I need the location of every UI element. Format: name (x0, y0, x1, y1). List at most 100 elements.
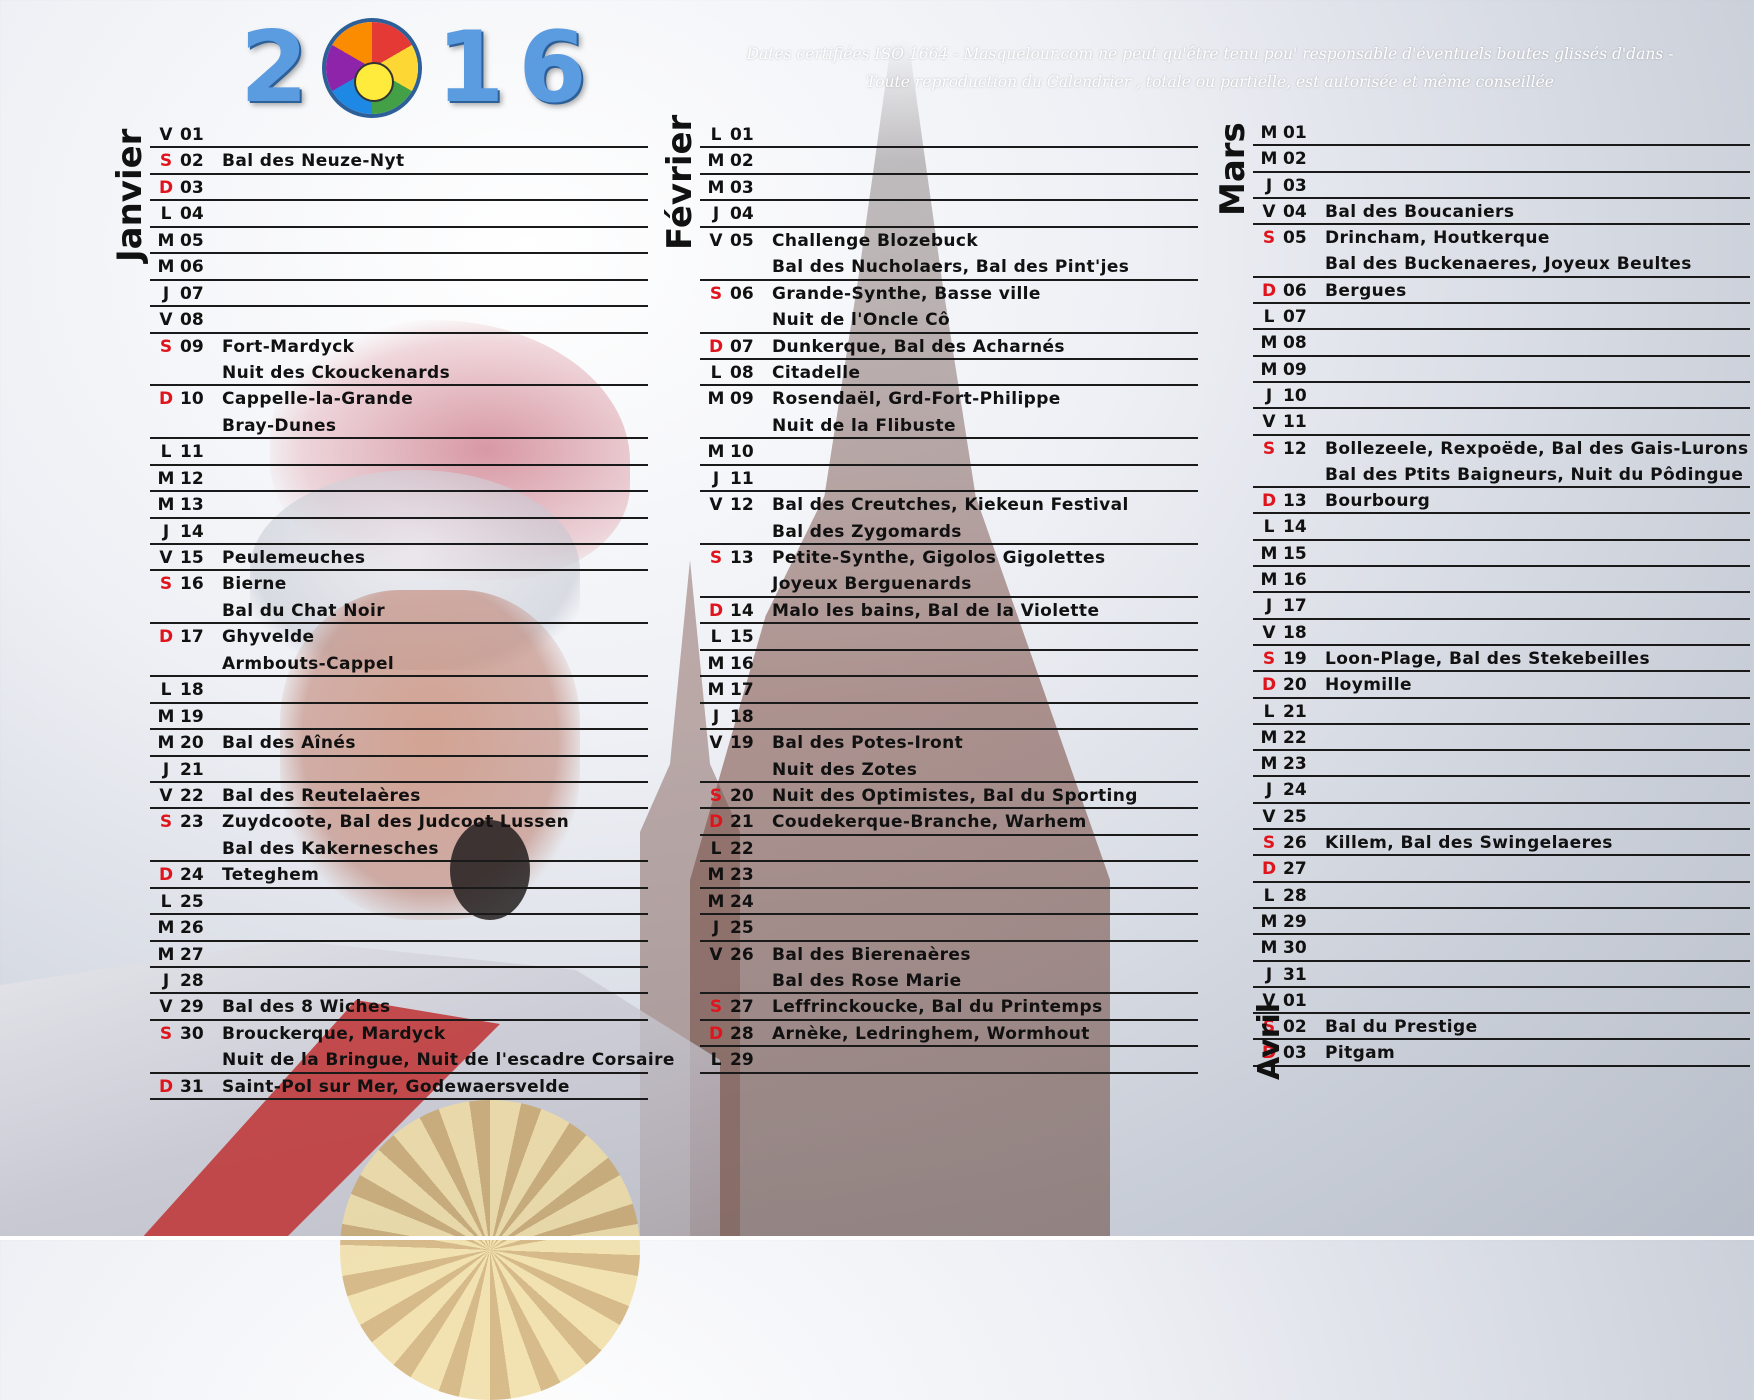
weekday-letter: L (160, 891, 172, 912)
weekday-letter: M (157, 944, 175, 965)
weekday-letter: J (1265, 964, 1273, 985)
event-text: Bal des Boucaniers (1325, 201, 1515, 222)
day-number: 12 (1283, 438, 1307, 459)
day-number: 02 (730, 151, 754, 172)
day-number: 27 (1283, 859, 1307, 880)
weekday-letter: J (1265, 385, 1273, 406)
weekday-letter: V (159, 125, 173, 145)
day-row: V 11 (1253, 409, 1750, 436)
event-text: Drincham, Houtkerque (1325, 228, 1550, 249)
event-text: Saint-Pol sur Mer, Godewaersvelde (222, 1076, 570, 1097)
month-column-fevrier: L 01 M 02 M 03 J 04 V 05 Challenge Blozebuck Bal de… (700, 122, 1198, 1074)
weekday-letter: V (709, 944, 723, 965)
day-row: S 05 Drincham, Houtkerque (1253, 225, 1750, 251)
event-text: Hoymille (1325, 675, 1412, 696)
day-number: 23 (1283, 754, 1307, 775)
event-text: Zuydcoote, Bal des Judcoot Lussen (222, 812, 570, 833)
day-row-continued: Joyeux Berguenards (700, 571, 1198, 598)
weekday-letter: M (157, 495, 175, 516)
day-row-continued: Bal du Chat Noir (150, 598, 648, 625)
disclaimer-notice: Dates certifiées ISO 1664 - Masquelour.c… (680, 40, 1740, 96)
day-row: J 18 (700, 704, 1198, 731)
day-row: V 26 Bal des Bierenaères (700, 942, 1198, 968)
day-number: 24 (730, 891, 754, 912)
day-number: 01 (180, 125, 204, 145)
weekday-letter: L (1263, 517, 1275, 538)
day-number: 18 (1283, 622, 1307, 643)
event-text: Bergues (1325, 280, 1407, 301)
day-row-continued: Nuit des Zotes (700, 757, 1198, 783)
notice-line: Toute reproduction du Calendrier , total… (866, 73, 1554, 91)
weekday-letter: J (162, 521, 170, 542)
day-number: 15 (730, 627, 754, 648)
masquelour-umbrella-logo-icon (326, 22, 419, 114)
day-number: 11 (730, 468, 754, 489)
day-row: M 02 (1253, 146, 1750, 173)
weekday-letter: D (1261, 675, 1277, 696)
weekday-letter: M (707, 177, 725, 198)
weekday-letter: S (159, 574, 173, 595)
day-number: 25 (180, 891, 204, 912)
day-row: L 07 (1253, 304, 1750, 331)
event-text: Bal des Potes-Iront (772, 733, 964, 754)
event-text: Bal des Kakernesches (222, 838, 439, 859)
day-number: 21 (180, 759, 204, 780)
day-number: 17 (730, 680, 754, 701)
day-number: 15 (180, 548, 204, 568)
day-row: S 30 Brouckerque, Mardyck (150, 1021, 648, 1047)
day-number: 07 (730, 336, 754, 357)
weekday-letter: J (162, 971, 170, 991)
day-number: 19 (1283, 648, 1307, 669)
day-number: 29 (730, 1050, 754, 1071)
day-row: S 23 Zuydcoote, Bal des Judcoot Lussen (150, 809, 648, 835)
weekday-letter: V (159, 310, 173, 331)
day-number: 07 (180, 283, 204, 304)
weekday-letter: V (709, 495, 723, 516)
month-label-fevrier: Février (660, 114, 700, 250)
weekday-letter: L (160, 680, 172, 701)
event-text: Fort-Mardyck (222, 336, 355, 357)
weekday-letter: L (710, 627, 722, 648)
event-text: Bal des Rose Marie (772, 971, 962, 991)
weekday-letter: M (1260, 359, 1278, 380)
day-number: 25 (1283, 806, 1307, 827)
weekday-letter: J (1265, 780, 1273, 801)
day-row: D 27 (1253, 856, 1750, 883)
day-number: 11 (1283, 412, 1307, 433)
day-row: D 06 Bergues (1253, 278, 1750, 305)
event-text: Citadelle (772, 362, 861, 383)
day-row: M 19 (150, 704, 648, 731)
day-number: 30 (1283, 938, 1307, 959)
day-row: L 08 Citadelle (700, 360, 1198, 387)
day-row: L 29 (700, 1047, 1198, 1074)
weekday-letter: J (1265, 596, 1273, 617)
day-row: D 20 Hoymille (1253, 672, 1750, 699)
day-row-continued: Nuit de la Bringue, Nuit de l'escadre Co… (150, 1047, 674, 1074)
day-row: S 06 Grande-Synthe, Basse ville (700, 281, 1198, 307)
day-number: 04 (1283, 201, 1307, 222)
weekday-letter: S (159, 151, 173, 172)
day-number: 27 (180, 944, 204, 965)
day-number: 12 (180, 468, 204, 489)
day-row-continued: Bal des Rose Marie (700, 968, 1198, 995)
weekday-letter: S (1262, 648, 1276, 669)
event-text: Dunkerque, Bal des Acharnés (772, 336, 1065, 357)
day-row: M 27 (150, 942, 648, 968)
weekday-letter: V (159, 548, 173, 568)
day-row: M 02 (700, 148, 1198, 175)
day-row-continued: Nuit de la Flibuste (700, 413, 1198, 440)
day-number: 04 (730, 204, 754, 225)
day-row: L 28 (1253, 883, 1750, 909)
weekday-letter: M (707, 151, 725, 172)
day-row: D 03 (150, 175, 648, 202)
day-row: D 07 Dunkerque, Bal des Acharnés (700, 334, 1198, 360)
day-number: 19 (730, 733, 754, 754)
day-number: 06 (180, 257, 204, 278)
weekday-letter: M (707, 865, 725, 886)
day-row: J 07 (150, 281, 648, 308)
weekday-letter: L (1263, 307, 1275, 328)
weekday-letter: M (157, 257, 175, 278)
weekday-letter: M (1260, 543, 1278, 564)
weekday-letter: M (157, 468, 175, 489)
day-row: S 02 Bal des Neuze-Nyt (150, 148, 648, 175)
